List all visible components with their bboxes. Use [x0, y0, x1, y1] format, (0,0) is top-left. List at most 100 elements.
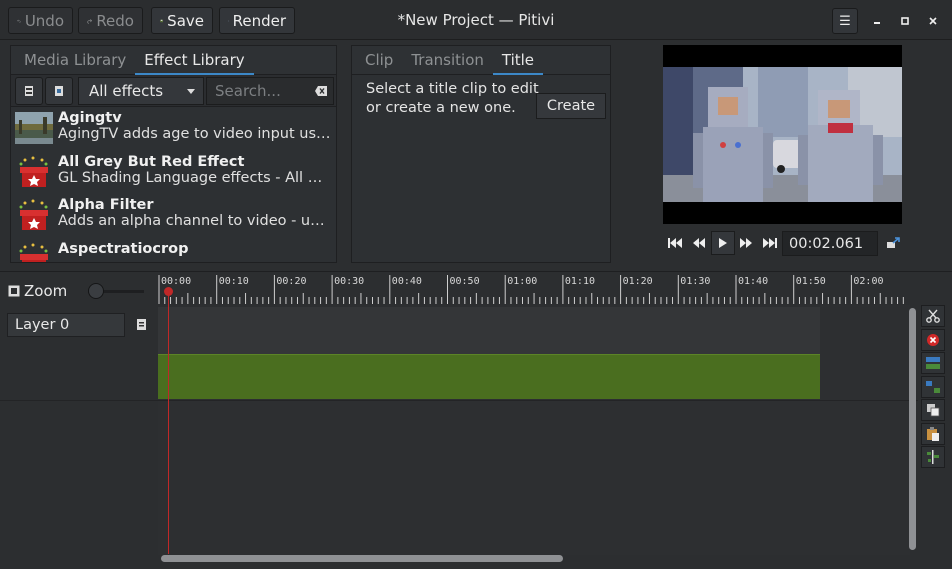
- zoom-control: Zoom: [8, 282, 67, 300]
- library-tabs: Media Library Effect Library: [11, 46, 336, 75]
- timeline-side-toolbar: [921, 305, 947, 470]
- tab-media-library[interactable]: Media Library: [15, 46, 135, 75]
- gift-box-icon: [19, 199, 48, 230]
- header-bar: Undo Redo Save Render *New Project — Pit…: [0, 0, 952, 40]
- title-hint-line2: or create a new one.: [366, 100, 516, 116]
- undo-button[interactable]: Undo: [8, 7, 73, 34]
- effects-search-input[interactable]: Search...: [206, 77, 334, 105]
- ruler-label: 00:10: [219, 276, 249, 287]
- audio-file-icon: [55, 86, 63, 96]
- effects-category-select[interactable]: All effects: [78, 77, 204, 105]
- ruler-label: 01:30: [680, 276, 710, 287]
- ruler-label: 01:10: [565, 276, 595, 287]
- hamburger-menu-icon[interactable]: ☰: [832, 8, 858, 34]
- detach-viewer-icon[interactable]: [882, 231, 904, 255]
- redo-button[interactable]: Redo: [78, 7, 143, 34]
- clip-tabs: Clip Transition Title: [352, 46, 610, 75]
- video-clip[interactable]: [158, 354, 820, 399]
- ruler-label: 00:30: [334, 276, 364, 287]
- undo-label: Undo: [24, 11, 64, 30]
- time-ruler[interactable]: 00:00 00:10 00:20 00:30 00:40 00:50 01:00 01:10…: [158, 271, 910, 305]
- video-frame: [663, 45, 902, 224]
- zoom-fit-icon[interactable]: [8, 285, 20, 297]
- render-icon: [228, 20, 229, 21]
- delete-icon: [927, 333, 939, 346]
- render-label: Render: [232, 11, 286, 30]
- horizontal-scrollbar[interactable]: [161, 555, 563, 562]
- paste-button[interactable]: [921, 422, 945, 445]
- ruler-label: 01:50: [796, 276, 826, 287]
- maximize-icon[interactable]: [892, 8, 918, 34]
- effects-list: Agingtv AgingTV adds age to video input …: [11, 108, 336, 262]
- layer-name-field[interactable]: Layer 0: [7, 313, 125, 337]
- ungroup-clips-button[interactable]: [921, 375, 945, 398]
- ruler-label: 00:20: [276, 276, 306, 287]
- effect-name: Aspectratiocrop: [58, 240, 189, 257]
- ruler-label: 00:50: [450, 276, 480, 287]
- divider: [0, 400, 918, 401]
- effects-toolbar: All effects Search...: [11, 75, 336, 107]
- create-title-button[interactable]: Create: [536, 93, 606, 119]
- aging-thumbnail: [15, 112, 53, 144]
- layer-menu-icon[interactable]: [137, 319, 146, 330]
- gift-box-icon: [19, 243, 48, 262]
- timecode-field[interactable]: 00:02.061: [782, 231, 878, 256]
- chevron-down-icon: [187, 89, 195, 94]
- ruler-label: 01:40: [738, 276, 768, 287]
- playhead-handle[interactable]: [164, 287, 173, 296]
- clear-search-icon[interactable]: [315, 86, 327, 96]
- ungroup-icon: [926, 380, 940, 393]
- ruler-label: 00:00: [161, 276, 191, 287]
- copy-icon: [927, 404, 940, 417]
- film-icon: [25, 86, 33, 96]
- list-item[interactable]: All Grey But Red Effect GL Shading Langu…: [11, 152, 336, 196]
- group-clips-button[interactable]: [921, 352, 945, 374]
- gift-box-icon: [19, 156, 48, 187]
- clip-properties-panel: Clip Transition Title Select a title cli…: [351, 45, 611, 263]
- split-clip-button[interactable]: [921, 305, 945, 327]
- copy-button[interactable]: [921, 399, 945, 421]
- fast-forward-icon[interactable]: [735, 231, 757, 255]
- library-panel: Media Library Effect Library All effects…: [10, 45, 337, 263]
- layers-column: Layer 0: [0, 305, 158, 569]
- redo-icon: [87, 18, 93, 24]
- search-placeholder: Search...: [215, 82, 281, 100]
- tab-transition[interactable]: Transition: [402, 46, 493, 75]
- timeline-tracks[interactable]: [158, 305, 910, 555]
- zoom-label: Zoom: [24, 282, 68, 300]
- vertical-scrollbar[interactable]: [909, 308, 916, 550]
- video-effects-toggle[interactable]: [15, 77, 43, 105]
- list-item[interactable]: Alpha Filter Adds an alpha channel to vi…: [11, 195, 336, 239]
- effect-name: Alpha Filter: [58, 197, 154, 213]
- title-hint: Select a title clip to edit or create a …: [366, 80, 539, 118]
- save-button[interactable]: Save: [151, 7, 213, 34]
- ruler-label: 02:00: [853, 276, 883, 287]
- align-clips-button[interactable]: [921, 446, 945, 468]
- zoom-slider-handle[interactable]: [88, 283, 104, 299]
- skip-to-start-icon[interactable]: [664, 231, 686, 255]
- category-value: All effects: [89, 82, 164, 100]
- align-icon: [927, 450, 939, 464]
- save-label: Save: [167, 11, 204, 30]
- ruler-label: 00:40: [392, 276, 422, 287]
- effect-name: All Grey But Red Effect: [58, 153, 245, 170]
- render-button[interactable]: Render: [219, 7, 295, 34]
- video-preview: [663, 45, 902, 224]
- effect-description: GL Shading Language effects - All Grey .…: [58, 169, 332, 186]
- tab-effect-library[interactable]: Effect Library: [135, 46, 254, 75]
- delete-clip-button[interactable]: [921, 328, 945, 351]
- tab-title[interactable]: Title: [492, 46, 544, 75]
- play-button[interactable]: [711, 231, 735, 255]
- ruler-label: 01:20: [623, 276, 653, 287]
- close-icon[interactable]: [920, 8, 946, 34]
- list-item[interactable]: Aspectratiocrop: [11, 239, 336, 262]
- save-icon: [160, 19, 163, 22]
- audio-effects-toggle[interactable]: [45, 77, 73, 105]
- skip-to-end-icon[interactable]: [759, 231, 781, 255]
- playhead[interactable]: [168, 290, 169, 554]
- rewind-icon[interactable]: [688, 231, 710, 255]
- minimize-icon[interactable]: [864, 8, 890, 34]
- scissors-icon: [926, 309, 940, 323]
- list-item[interactable]: Agingtv AgingTV adds age to video input …: [11, 108, 336, 152]
- tab-clip[interactable]: Clip: [356, 46, 402, 75]
